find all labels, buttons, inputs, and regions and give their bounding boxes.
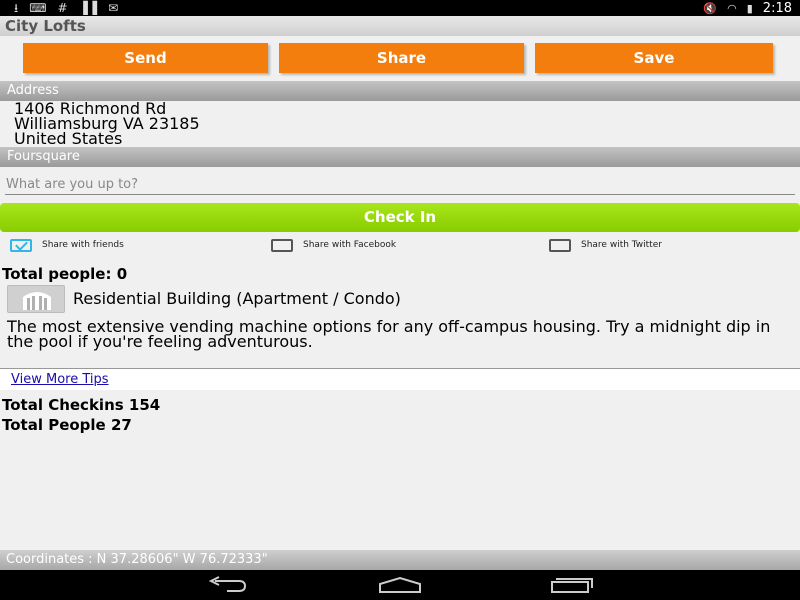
title-bar: City Lofts <box>0 16 800 36</box>
home-icon[interactable] <box>376 575 424 595</box>
address-header: Address <box>0 81 800 101</box>
share-button[interactable]: Share <box>279 43 524 73</box>
share-twitter-option[interactable]: Share with Twitter <box>549 238 662 252</box>
download-icon: ⭳ <box>14 1 19 15</box>
status-input[interactable] <box>5 175 795 195</box>
status-bar: ⭳ ⌨ # ▐▐ ✉ 🔇 ◠ ▮ 2:18 <box>0 0 800 16</box>
total-people-now: Total people: 0 <box>2 265 128 283</box>
tips-link-bar: View More Tips <box>0 368 800 390</box>
system-icons: 🔇 ◠ ▮ 2:18 <box>703 0 792 16</box>
page-title: City Lofts <box>5 17 86 35</box>
total-people: Total People 27 <box>2 416 132 434</box>
address-line-3: United States <box>14 129 123 148</box>
share-friends-label: Share with friends <box>42 240 124 250</box>
keyboard-icon: ⌨ <box>29 1 47 15</box>
mute-icon: 🔇 <box>703 1 718 15</box>
share-twitter-checkbox[interactable] <box>549 238 571 252</box>
share-facebook-checkbox[interactable] <box>271 238 293 252</box>
hashtag-icon: # <box>57 1 68 15</box>
save-button[interactable]: Save <box>535 43 773 73</box>
send-button[interactable]: Send <box>23 43 268 73</box>
notification-icons: ⭳ ⌨ # ▐▐ ✉ <box>14 1 118 15</box>
navigation-bar <box>0 570 800 600</box>
mail-icon: ✉ <box>108 1 119 15</box>
total-checkins: Total Checkins 154 <box>2 396 161 414</box>
recent-apps-icon[interactable] <box>548 575 596 595</box>
view-more-tips-link[interactable]: View More Tips <box>11 372 109 387</box>
share-friends-option[interactable]: Share with friends <box>10 238 124 252</box>
venue-category-icon <box>7 285 65 313</box>
share-facebook-option[interactable]: Share with Facebook <box>271 238 396 252</box>
back-icon[interactable] <box>205 575 251 595</box>
wifi-icon: ◠ <box>727 1 737 15</box>
building-icon <box>23 292 51 310</box>
share-friends-checkbox[interactable] <box>10 238 32 252</box>
venue-category: Residential Building (Apartment / Condo) <box>73 289 401 308</box>
clock: 2:18 <box>762 0 792 16</box>
share-facebook-label: Share with Facebook <box>303 240 397 250</box>
barcode-icon: ▐▐ <box>78 1 98 15</box>
coordinates-bar: Coordinates : N 37.28606" W 76.72333" <box>0 550 800 570</box>
venue-tip: The most extensive vending machine optio… <box>7 317 771 351</box>
foursquare-header: Foursquare <box>0 147 800 167</box>
share-twitter-label: Share with Twitter <box>581 240 662 250</box>
check-in-button[interactable]: Check In <box>0 203 800 232</box>
battery-icon: ▮ <box>746 1 753 15</box>
